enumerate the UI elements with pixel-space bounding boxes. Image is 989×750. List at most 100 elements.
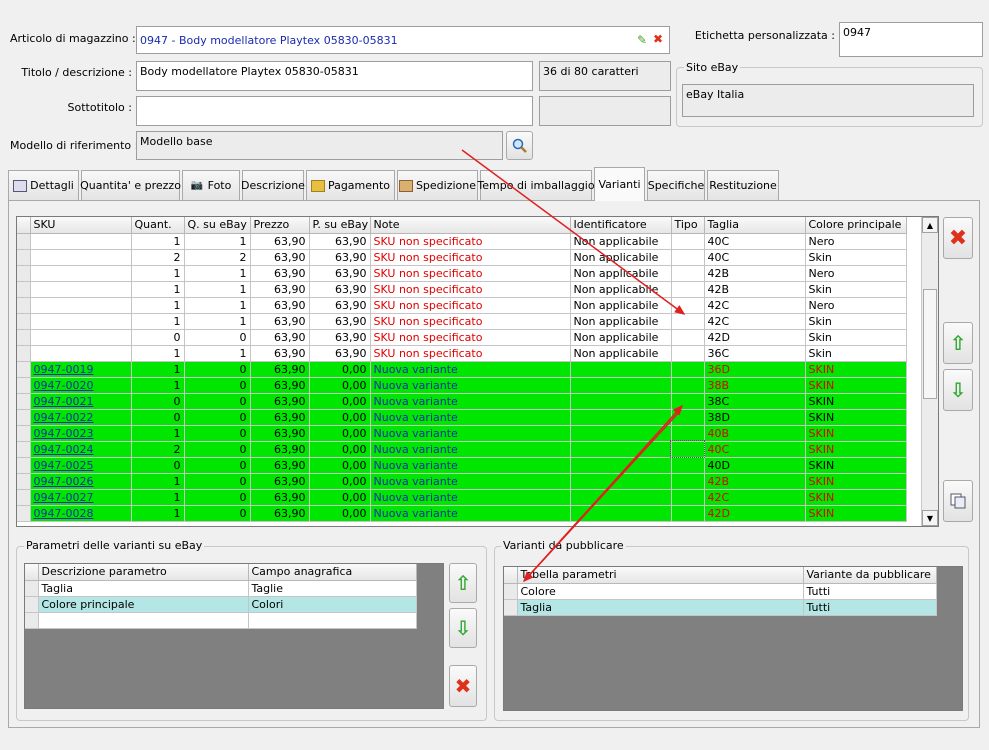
title-input[interactable]: Body modellatore Playtex 05830-05831 bbox=[136, 61, 533, 91]
char-count: 36 di 80 caratteri bbox=[539, 61, 671, 91]
publish-header-row: Tabella parametri Variante da pubblicare bbox=[504, 567, 937, 584]
copy-button[interactable] bbox=[943, 480, 973, 522]
table-row[interactable]: 0947-0025 0 0 63,90 0,00 Nuova variante 40D SKI… bbox=[17, 457, 907, 474]
article-value: 0947 - Body modellatore Playtex 05830-05… bbox=[140, 34, 398, 47]
table-row[interactable]: 1 1 63,90 63,90 SKU non specificato Non appli… bbox=[17, 297, 907, 314]
col-colore[interactable]: Colore principale bbox=[805, 217, 907, 234]
tab-dettagli[interactable]: Dettagli bbox=[8, 170, 79, 200]
magnifier-icon bbox=[512, 138, 527, 153]
scroll-thumb[interactable] bbox=[923, 289, 937, 399]
arrow-up-icon: ⇧ bbox=[454, 571, 472, 595]
model-label: Modello di riferimento : bbox=[10, 139, 139, 152]
table-row[interactable]: 2 2 63,90 63,90 SKU non specificato Non appli… bbox=[17, 249, 907, 266]
param-up-button[interactable]: ⇧ bbox=[449, 563, 477, 603]
col-note[interactable]: Note bbox=[370, 217, 571, 234]
params-title: Parametri delle varianti su eBay bbox=[24, 539, 205, 552]
table-row[interactable]: 1 1 63,90 63,90 SKU non specificato Non appli… bbox=[17, 345, 907, 362]
variants-grid[interactable]: SKU Quant. Q. su eBay Prezzo P. su eBay … bbox=[16, 216, 939, 527]
col-taglia[interactable]: Taglia bbox=[704, 217, 806, 234]
table-row[interactable]: 0947-0020 1 0 63,90 0,00 Nuova variante 38B SKI… bbox=[17, 377, 907, 394]
tab-restituzione[interactable]: Restituzione bbox=[707, 170, 779, 200]
table-row[interactable]: 0947-0022 0 0 63,90 0,00 Nuova variante 38D SKI… bbox=[17, 409, 907, 426]
ebay-site-title: Sito eBay bbox=[684, 61, 741, 74]
col-q-ebay[interactable]: Q. su eBay bbox=[184, 217, 251, 234]
tab-descrizione[interactable]: Descrizione bbox=[241, 170, 305, 200]
variants-scrollbar[interactable]: ▲ ▼ bbox=[921, 217, 938, 526]
tab-spedizione[interactable]: Spedizione bbox=[397, 170, 478, 200]
delete-x-icon: ✖ bbox=[454, 674, 472, 698]
arrow-down-icon: ⇩ bbox=[949, 378, 967, 402]
scroll-up-icon[interactable]: ▲ bbox=[922, 217, 938, 233]
publish-grid[interactable]: Tabella parametri Variante da pubblicare … bbox=[503, 566, 963, 711]
col-identificatore[interactable]: Identificatore bbox=[570, 217, 672, 234]
col-desc-param[interactable]: Descrizione parametro bbox=[38, 564, 249, 581]
tab-specifiche[interactable]: Specifiche bbox=[647, 170, 705, 200]
custom-input[interactable]: 0947 bbox=[839, 22, 983, 57]
table-row[interactable]: 0947-0026 1 0 63,90 0,00 Nuova variante 42B SKI… bbox=[17, 473, 907, 490]
subtitle-input[interactable] bbox=[136, 96, 533, 126]
header-indicator bbox=[17, 217, 31, 234]
table-row[interactable]: 1 1 63,90 63,90 SKU non specificato Non appli… bbox=[17, 265, 907, 282]
table-row[interactable]: 1 1 63,90 63,90 SKU non specificato Non appli… bbox=[17, 313, 907, 330]
table-row[interactable]: 0947-0024 2 0 63,90 0,00 Nuova variante 40C SKI… bbox=[17, 440, 907, 458]
publish-title: Varianti da pubblicare bbox=[501, 539, 626, 552]
table-row[interactable]: 0947-0027 1 0 63,90 0,00 Nuova variante 42C SKI… bbox=[17, 489, 907, 506]
tab-varianti[interactable]: Varianti bbox=[594, 167, 645, 201]
variants-table: SKU Quant. Q. su eBay Prezzo P. su eBay … bbox=[17, 217, 907, 522]
copy-pages-icon bbox=[950, 493, 966, 509]
arrow-down-icon: ⇩ bbox=[454, 616, 472, 640]
table-row[interactable]: 0 0 63,90 63,90 SKU non specificato Non appli… bbox=[17, 329, 907, 346]
subtitle-char-count bbox=[539, 96, 671, 126]
article-field[interactable]: 0947 - Body modellatore Playtex 05830-05… bbox=[136, 26, 670, 54]
table-row[interactable]: Taglia Tutti bbox=[504, 599, 937, 616]
tab-foto[interactable]: 📷 Foto bbox=[182, 170, 240, 200]
move-down-button[interactable]: ⇩ bbox=[943, 369, 973, 411]
table-row[interactable]: 1 1 63,90 63,90 SKU non specificato Non appli… bbox=[17, 281, 907, 298]
ebay-site-field: eBay Italia bbox=[682, 84, 974, 117]
variants-body: 1 1 63,90 63,90 SKU non specificato Non appli… bbox=[17, 233, 907, 522]
table-row[interactable]: 0947-0028 1 0 63,90 0,00 Nuova variante 42D SKI… bbox=[17, 505, 907, 522]
table-row[interactable] bbox=[25, 612, 417, 629]
article-label: Articolo di magazzino : bbox=[10, 32, 136, 45]
edit-pencil-icon[interactable]: ✎ bbox=[637, 33, 647, 47]
variants-header-row: SKU Quant. Q. su eBay Prezzo P. su eBay … bbox=[17, 217, 907, 234]
shipping-icon bbox=[398, 179, 413, 192]
custom-label: Etichetta personalizzata : bbox=[694, 29, 835, 42]
delete-x-icon: ✖ bbox=[948, 225, 968, 251]
tab-pagamento[interactable]: Pagamento bbox=[306, 170, 395, 200]
table-row[interactable]: 1 1 63,90 63,90 SKU non specificato Non appli… bbox=[17, 233, 907, 250]
tab-quantita-prezzo[interactable]: Quantita' e prezzo bbox=[80, 170, 181, 200]
scroll-down-icon[interactable]: ▼ bbox=[922, 510, 938, 526]
publish-table: Tabella parametri Variante da pubblicare … bbox=[504, 567, 937, 616]
col-sku[interactable]: SKU bbox=[30, 217, 132, 234]
delete-variant-button[interactable]: ✖ bbox=[943, 217, 973, 259]
tab-tempo-imballaggio[interactable]: Tempo di imballaggio bbox=[477, 170, 595, 200]
col-quant[interactable]: Quant. bbox=[131, 217, 185, 234]
model-search-button[interactable] bbox=[506, 131, 533, 160]
col-campo-anag[interactable]: Campo anagrafica bbox=[248, 564, 417, 581]
table-row[interactable]: 0947-0021 0 0 63,90 0,00 Nuova variante 38C SKI… bbox=[17, 393, 907, 410]
arrow-up-icon: ⇧ bbox=[949, 331, 967, 355]
table-row[interactable]: Colore Tutti bbox=[504, 583, 937, 600]
table-row[interactable]: 0947-0023 1 0 63,90 0,00 Nuova variante 40B SKI… bbox=[17, 425, 907, 442]
clear-icon[interactable]: ✖ bbox=[653, 32, 663, 46]
table-row[interactable]: Colore principale Colori bbox=[25, 596, 417, 613]
model-field: Modello base bbox=[136, 131, 503, 160]
col-tipo[interactable]: Tipo bbox=[671, 217, 705, 234]
params-table: Descrizione parametro Campo anagrafica Ta… bbox=[25, 564, 417, 629]
col-variante-pubbl[interactable]: Variante da pubblicare bbox=[803, 567, 937, 584]
col-prezzo[interactable]: Prezzo bbox=[250, 217, 310, 234]
table-row[interactable]: 0947-0019 1 0 63,90 0,00 Nuova variante 36D SKI… bbox=[17, 361, 907, 378]
move-up-button[interactable]: ⇧ bbox=[943, 322, 973, 364]
param-delete-button[interactable]: ✖ bbox=[449, 665, 477, 707]
camera-icon: 📷 bbox=[190, 179, 204, 191]
params-header-row: Descrizione parametro Campo anagrafica bbox=[25, 564, 417, 581]
payment-icon bbox=[310, 179, 325, 192]
table-row[interactable]: Taglia Taglie bbox=[25, 580, 417, 597]
col-p-ebay[interactable]: P. su eBay bbox=[309, 217, 371, 234]
title-label: Titolo / descrizione : bbox=[21, 66, 132, 79]
param-down-button[interactable]: ⇩ bbox=[449, 608, 477, 648]
params-grid[interactable]: Descrizione parametro Campo anagrafica Ta… bbox=[24, 563, 444, 709]
col-tabella-param[interactable]: Tabella parametri bbox=[517, 567, 804, 584]
tab-bar: Dettagli Quantita' e prezzo 📷 Foto Descri… bbox=[8, 167, 978, 201]
